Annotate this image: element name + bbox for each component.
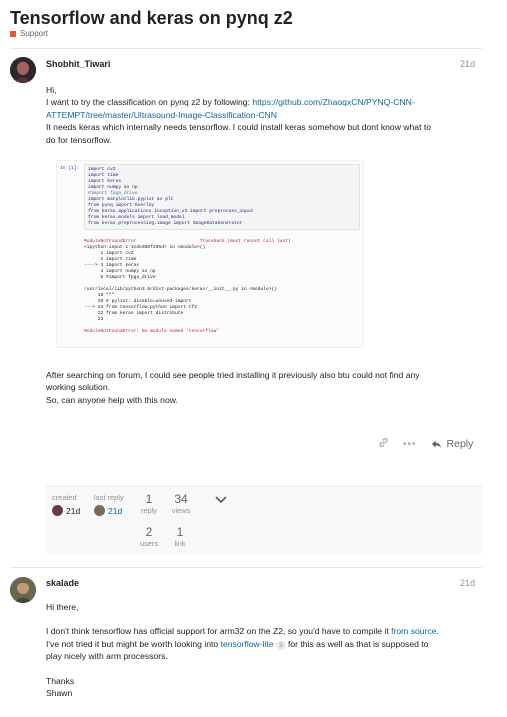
users-label: users [139, 539, 159, 548]
creator-avatar [52, 505, 63, 516]
post1-line1: I want to try the classification on pynq… [46, 97, 253, 108]
created-info[interactable]: 21d [52, 505, 80, 516]
last-reply-label: last reply [94, 493, 124, 502]
post1-after1: After searching on forum, I could see pe… [46, 370, 420, 380]
code-prompt: In [1]: [60, 166, 80, 171]
post1-line2: It needs keras which internally needs te… [46, 122, 432, 133]
avatar[interactable] [10, 577, 36, 603]
post2-p1-end: . [436, 626, 439, 637]
topic-summary: created 21d last reply 21d 1 reply 34 vi… [46, 486, 482, 553]
header-divider [10, 48, 482, 49]
error-line: /usr/local/lib/python3.6/dist-packages/k… [84, 287, 277, 292]
post2-p3: play nicely with arm processors. [46, 651, 168, 662]
post2-username[interactable]: skalade [46, 578, 79, 588]
users-count: 2 [145, 525, 153, 539]
post2-greeting: Hi there, [46, 602, 79, 612]
avatar[interactable] [10, 57, 36, 83]
expand-summary-button[interactable] [215, 491, 227, 509]
created-date: 21d [66, 505, 81, 516]
post2-thanks: Thanks [46, 675, 75, 686]
last-reply-date: 21d [108, 505, 123, 516]
post2-p1: I don't think tensorflow has official su… [46, 626, 392, 637]
users-stat: 2 users [139, 525, 159, 548]
category-color-square [10, 30, 16, 37]
last-replier-avatar [94, 505, 105, 516]
post1-body: Hi, I want to try the classification on … [46, 84, 486, 146]
post1-line3: do for tensorflow. [46, 134, 112, 145]
code-lines: import cv2 import time import keras import … [85, 165, 359, 229]
reply-arrow-icon [431, 440, 441, 449]
links-stat: 1 link [170, 525, 190, 548]
replies-label: reply [140, 506, 158, 515]
created-label: created [52, 493, 77, 502]
replies-count: 1 [145, 492, 153, 506]
code-screenshot[interactable]: In [1]: import cv2 import time import kera… [56, 160, 364, 348]
post2-date[interactable]: 21d [460, 578, 475, 588]
post2-body: Hi there, I don't think tensorflow has o… [46, 601, 491, 699]
views-count: 34 [174, 492, 188, 506]
reply-button[interactable]: Reply [431, 438, 474, 450]
post1-actions: ••• Reply [378, 437, 473, 451]
code-line: from keras.preprocessing.image import Im… [88, 221, 243, 226]
chevron-down-icon [215, 496, 227, 504]
replies-stat: 1 reply [139, 492, 159, 515]
last-reply-info[interactable]: 21d [94, 505, 122, 516]
post1-greeting: Hi, [46, 85, 57, 95]
post1-after3: So, can anyone help with this now. [46, 394, 178, 405]
more-options-icon[interactable]: ••• [403, 439, 417, 450]
links-count: 1 [176, 525, 184, 539]
error-output: ModuleNotFoundError Traceback (most rece… [84, 239, 291, 335]
tensorflow-lite-link[interactable]: tensorflow-lite [221, 639, 274, 649]
user-avatar-icon [10, 577, 36, 603]
link-click-count-badge: 3 [275, 640, 286, 650]
user-avatar-icon [10, 57, 36, 83]
post1-after2: working solution. [46, 382, 111, 393]
link-icon[interactable] [378, 437, 389, 451]
github-link-continued[interactable]: ATTEMPT/tree/master/Ultrasound-Image-Cla… [46, 109, 486, 121]
reply-label: Reply [446, 438, 474, 450]
links-label: link [174, 539, 186, 548]
category-badge[interactable]: Support [10, 29, 48, 38]
error-line: ModuleNotFoundError: No module named 'te… [84, 329, 220, 334]
views-stat: 34 views [170, 492, 192, 515]
post2-signature: Shawn [46, 688, 73, 699]
post-divider [10, 567, 482, 568]
category-label: Support [20, 29, 49, 38]
post2-p2-end: for this as well as that is supposed to [285, 638, 429, 649]
from-source-link[interactable]: from source [391, 626, 436, 636]
topic-title[interactable]: Tensorflow and keras on pynq z2 [10, 8, 293, 29]
post1-username[interactable]: Shobhit_Tiwari [46, 59, 110, 69]
code-cell: import cv2 import time import keras import … [84, 164, 360, 230]
post1-date[interactable]: 21d [460, 59, 475, 69]
views-label: views [171, 506, 191, 515]
post2-p2: I've not tried it but might be worth loo… [46, 638, 221, 649]
post1-body-after: After searching on forum, I could see pe… [46, 369, 486, 406]
github-link[interactable]: https://github.com/ZhaoqxCN/PYNQ-CNN- [252, 97, 414, 107]
